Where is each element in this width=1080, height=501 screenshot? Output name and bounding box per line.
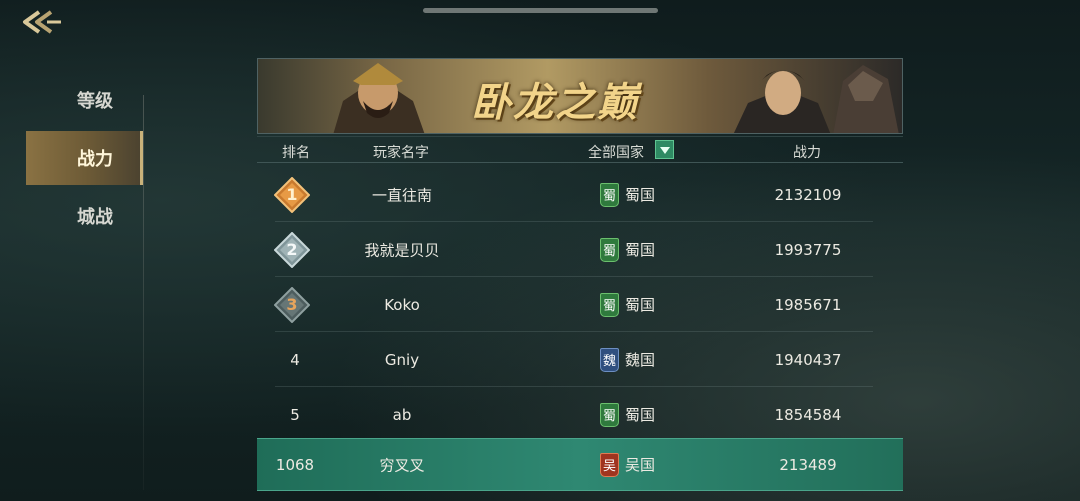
- table-header: 排名 玩家名字 全部国家 战力: [257, 136, 903, 163]
- player-name: Gniy: [384, 350, 420, 369]
- back-arrow-icon: [23, 10, 61, 34]
- power-value: 1940437: [774, 350, 842, 369]
- shu-flag-icon: 蜀: [600, 402, 619, 427]
- ranking-banner: 卧龙之巅: [257, 58, 903, 134]
- rank-number: 3: [286, 294, 298, 314]
- nation: 蜀 蜀国: [600, 292, 656, 317]
- nation: 蜀 蜀国: [600, 182, 656, 207]
- nation-label: 魏国: [625, 351, 656, 369]
- power-value: 213489: [779, 455, 837, 474]
- nation-label: 蜀国: [625, 406, 656, 424]
- player-name: 我就是贝贝: [364, 241, 440, 259]
- header-player-name: 玩家名字: [373, 145, 429, 161]
- player-name: 穷叉叉: [379, 456, 425, 474]
- power-value: 1985671: [774, 295, 842, 314]
- header-rank: 排名: [282, 145, 310, 161]
- wu-flag-icon: 吴: [600, 452, 619, 477]
- power-value: 1854584: [774, 405, 842, 424]
- player-name: 一直往南: [371, 186, 432, 204]
- table-row[interactable]: 1 一直往南 蜀 蜀国 2132109: [257, 167, 903, 222]
- sidebar: 等级 战力 城战: [0, 70, 145, 490]
- country-filter-label[interactable]: 全部国家: [588, 142, 644, 162]
- table-row[interactable]: 4 Gniy 魏 魏国 1940437: [257, 332, 903, 387]
- header-power: 战力: [793, 145, 821, 161]
- nation: 蜀 蜀国: [600, 237, 656, 262]
- shu-flag-icon: 蜀: [600, 292, 619, 317]
- country-filter-dropdown[interactable]: [655, 140, 674, 159]
- power-value: 2132109: [774, 185, 842, 204]
- rank-number: 1068: [275, 455, 315, 474]
- nation: 蜀 蜀国: [600, 402, 656, 427]
- wei-flag-icon: 魏: [600, 347, 619, 372]
- back-button[interactable]: [18, 8, 64, 36]
- tab-level[interactable]: 等级: [26, 73, 143, 127]
- nation: 魏 魏国: [600, 347, 656, 372]
- nation-label: 吴国: [625, 456, 656, 474]
- nation: 吴 吴国: [600, 452, 656, 477]
- rank-number: 1: [286, 184, 298, 204]
- shu-flag-icon: 蜀: [600, 237, 619, 262]
- nation-label: 蜀国: [625, 241, 656, 259]
- player-name: Koko: [384, 295, 420, 314]
- rank-number: 4: [290, 350, 300, 369]
- tab-city-battle[interactable]: 城战: [26, 189, 143, 243]
- table-row[interactable]: 3 Koko 蜀 蜀国 1985671: [257, 277, 903, 332]
- player-name: ab: [392, 405, 412, 424]
- rank-number: 5: [290, 405, 300, 424]
- power-value: 1993775: [774, 240, 842, 259]
- nation-label: 蜀国: [625, 186, 656, 204]
- table-row[interactable]: 5 ab 蜀 蜀国 1854584: [257, 387, 903, 442]
- shu-flag-icon: 蜀: [600, 182, 619, 207]
- sidebar-divider: [143, 95, 144, 490]
- rank-number: 2: [286, 239, 298, 259]
- top-handle-bar: [423, 8, 658, 13]
- tab-power[interactable]: 战力: [26, 131, 143, 185]
- chevron-down-icon: [659, 146, 670, 154]
- hero-portrait-right-icon: [733, 65, 899, 133]
- self-rank-row[interactable]: 1068 穷叉叉 吴 吴国 213489: [257, 438, 903, 491]
- hero-portrait-left-icon: [333, 63, 425, 133]
- banner-title: 卧龙之巅: [471, 79, 639, 126]
- table-row[interactable]: 2 我就是贝贝 蜀 蜀国 1993775: [257, 222, 903, 277]
- nation-label: 蜀国: [625, 296, 656, 314]
